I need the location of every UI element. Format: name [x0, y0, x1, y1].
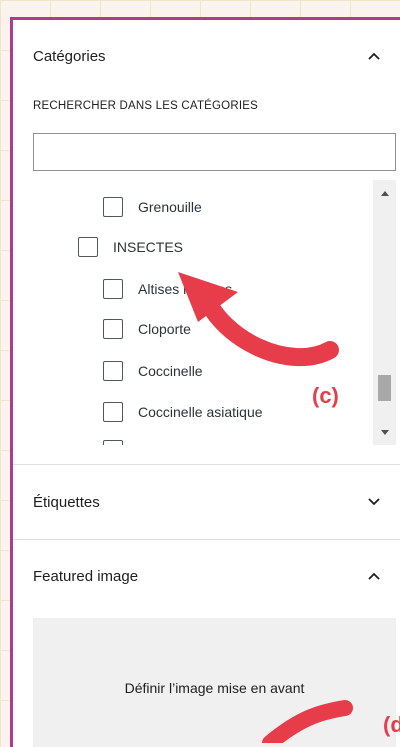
- category-checkbox[interactable]: [103, 440, 123, 445]
- scroll-down-arrow-icon[interactable]: [373, 423, 396, 441]
- tags-title: Étiquettes: [33, 493, 100, 511]
- category-item[interactable]: Cloporte: [103, 317, 191, 341]
- category-checkbox[interactable]: [78, 237, 98, 257]
- chevron-down-icon[interactable]: [366, 494, 382, 510]
- category-label: Cloporte: [138, 321, 191, 337]
- featured-panel-header[interactable]: Featured image: [13, 560, 400, 592]
- set-featured-image-button[interactable]: Définir l’image mise en avant: [33, 618, 396, 747]
- tags-panel-header[interactable]: Étiquettes: [13, 486, 400, 518]
- category-label: Coccinelle: [138, 363, 203, 379]
- category-item[interactable]: Coccinelle: [103, 359, 203, 383]
- category-checkbox[interactable]: [103, 279, 123, 299]
- panel-divider: [13, 464, 400, 465]
- sidebar-frame: Catégories RECHERCHER DANS LES CATÉGORIE…: [10, 17, 400, 747]
- featured-title: Featured image: [33, 567, 139, 585]
- category-item[interactable]: INSECTES: [78, 235, 183, 259]
- category-item-partial[interactable]: [103, 438, 138, 445]
- category-checkbox[interactable]: [103, 361, 123, 381]
- category-search-label: RECHERCHER DANS LES CATÉGORIES: [33, 100, 258, 112]
- category-list-scrollbar[interactable]: [373, 180, 396, 445]
- chevron-up-icon[interactable]: [366, 568, 382, 584]
- category-label: Grenouille: [138, 199, 202, 215]
- scroll-up-arrow-icon[interactable]: [373, 184, 396, 202]
- annotation-label-d: (d: [383, 712, 400, 737]
- chevron-up-icon[interactable]: [366, 48, 382, 64]
- category-checkbox[interactable]: [103, 319, 123, 339]
- scrollbar-thumb[interactable]: [378, 375, 391, 401]
- categories-panel-header[interactable]: Catégories: [13, 40, 400, 72]
- category-label: Altises mauves: [138, 281, 233, 297]
- panel-divider: [13, 539, 400, 540]
- annotation-label-c: (c): [312, 383, 339, 408]
- category-search-input[interactable]: [33, 133, 396, 171]
- category-label: INSECTES: [113, 239, 184, 255]
- category-checkbox[interactable]: [103, 197, 123, 217]
- set-featured-image-label: Définir l’image mise en avant: [124, 680, 305, 696]
- category-item[interactable]: Grenouille: [103, 195, 202, 219]
- category-label: Coccinelle asiatique: [138, 404, 263, 420]
- category-item[interactable]: Altises mauves: [103, 277, 232, 301]
- categories-title: Catégories: [33, 47, 106, 65]
- category-checkbox[interactable]: [103, 402, 123, 422]
- category-item[interactable]: Coccinelle asiatique: [103, 400, 263, 424]
